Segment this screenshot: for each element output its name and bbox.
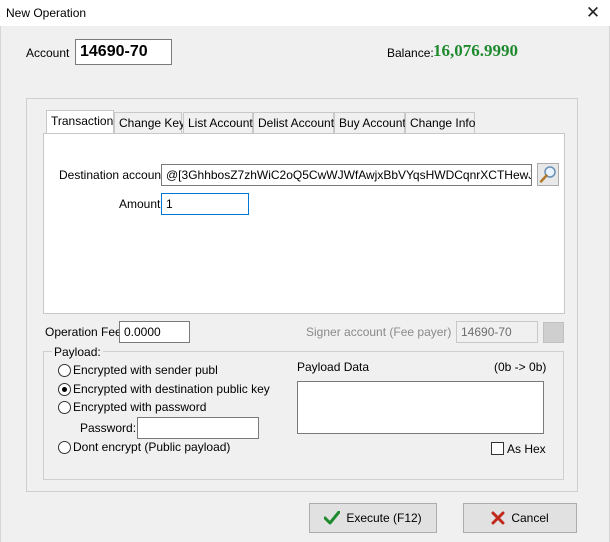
amount-label: Amount [119,197,161,211]
search-account-button[interactable] [537,163,559,186]
signer-account-input: 14690-70 [456,321,538,343]
tab-transaction[interactable]: Transaction [46,110,114,134]
account-field[interactable]: 14690-70 [75,39,172,65]
balance-label: Balance: [387,46,434,60]
radio-destination-key-label: Encrypted with destination public key [73,382,270,396]
destination-account-input[interactable]: @[3GhhbosZ7zhWiC2oQ5CwWJWfAwjxBbVYqsHWDC… [161,164,532,186]
radio-public-payload-label: Dont encrypt (Public payload) [73,440,231,454]
radio-destination-key[interactable] [58,383,71,396]
as-hex-label: As Hex [507,442,546,456]
tab-delist-account[interactable]: Delist Account [253,112,334,133]
close-icon[interactable]: ✕ [582,2,604,24]
execute-button-label: Execute (F12) [346,511,422,525]
operation-fee-label: Operation Fee [45,325,122,339]
radio-sender-key[interactable] [58,364,71,377]
cancel-button[interactable]: Cancel [463,503,577,533]
cancel-button-label: Cancel [511,511,549,525]
destination-account-label: Destination account [59,168,165,182]
search-icon [539,166,556,183]
payload-data-textarea[interactable] [297,381,544,434]
payload-data-label: Payload Data [297,360,370,374]
password-label: Password: [80,421,137,435]
check-icon [324,511,341,525]
radio-public-payload[interactable] [58,441,71,454]
tab-list-account[interactable]: List Account [183,112,253,133]
transaction-tab-page [43,133,565,314]
cross-icon [491,511,505,525]
tab-buy-account[interactable]: Buy Account [334,112,406,133]
password-input[interactable] [137,417,259,439]
payload-group-label: Payload: [52,345,103,359]
radio-password[interactable] [58,401,71,414]
tab-change-info[interactable]: Change Info [405,112,475,133]
tab-change-key[interactable]: Change Key [114,112,185,133]
as-hex-checkbox[interactable] [491,442,504,455]
window-title: New Operation [6,6,87,20]
payload-size-label: (0b -> 0b) [494,360,547,374]
title-bar [0,0,610,26]
balance-value: 16,076.9990 [433,41,518,60]
radio-sender-key-label: Encrypted with sender public k [73,363,217,377]
signer-account-label: Signer account (Fee payer) [306,325,452,339]
operation-fee-input[interactable]: 0.0000 [119,321,190,343]
account-label: Account [26,46,70,60]
amount-input[interactable]: 1 [161,193,249,215]
signer-account-button [543,322,564,343]
radio-password-label: Encrypted with password [73,400,207,414]
execute-button[interactable]: Execute (F12) [309,503,437,533]
